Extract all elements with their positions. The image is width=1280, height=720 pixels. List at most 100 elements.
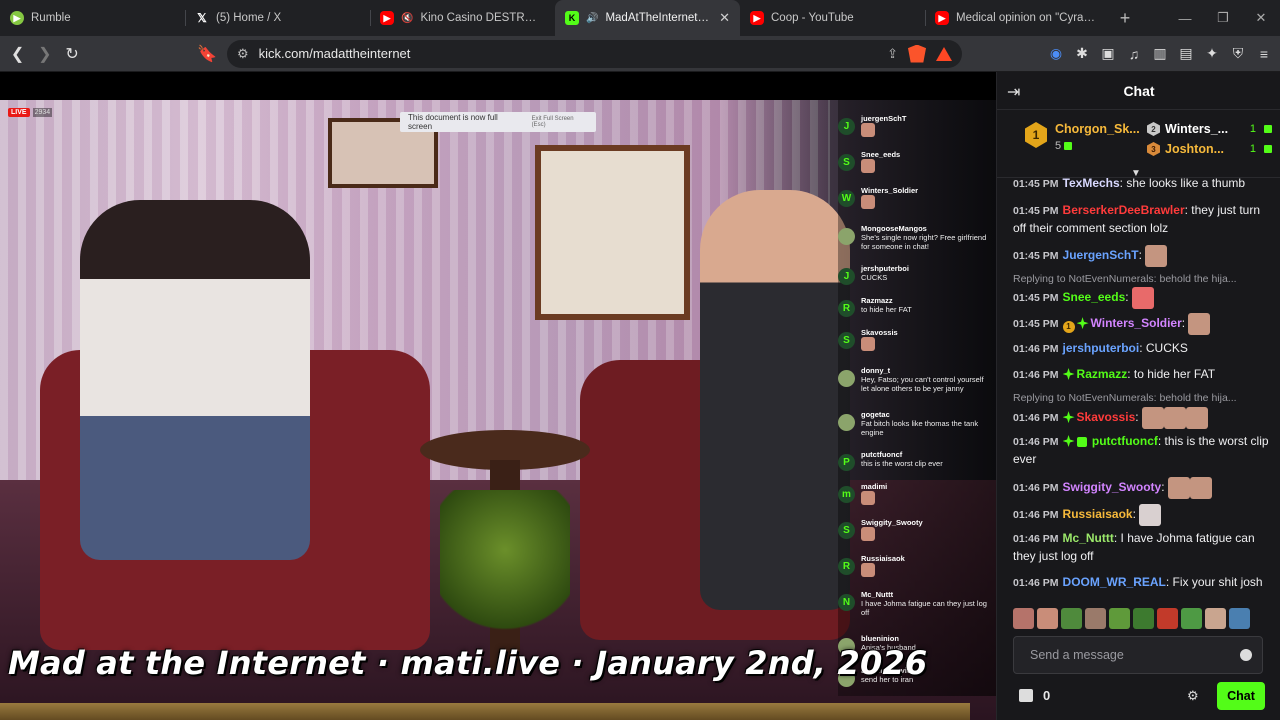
- emote-button[interactable]: [1109, 608, 1130, 629]
- brave-rewards-icon[interactable]: [936, 46, 952, 61]
- overlay-message-body: donny_t Hey, Fatso; you can't control you…: [861, 366, 987, 393]
- tab-kino-casino[interactable]: ▶ 🔇 Kino Casino DESTROYS DSP: [370, 0, 555, 36]
- live-label: LIVE: [8, 108, 30, 117]
- viewer-count: 2934: [32, 108, 53, 117]
- send-chat-button[interactable]: Chat: [1217, 682, 1265, 710]
- forward-icon[interactable]: ❯: [33, 41, 56, 67]
- video-player[interactable]: LIVE 2934 This document is now full scre…: [0, 72, 996, 720]
- verified-badge-icon: [1062, 435, 1075, 447]
- site-info-icon[interactable]: ⚙: [237, 46, 249, 62]
- channel-points[interactable]: 0: [1019, 688, 1050, 703]
- message-user[interactable]: jershputerboi: [1063, 341, 1140, 355]
- speaker-icon[interactable]: 🔊: [586, 13, 598, 24]
- screenshot-icon[interactable]: ▣: [1098, 45, 1118, 62]
- message-input[interactable]: [1030, 648, 1240, 662]
- tab-label: Medical opinion on "Cyraxx"'s m: [956, 12, 1100, 24]
- back-icon[interactable]: ❮: [6, 41, 29, 67]
- share-icon[interactable]: ⇪: [887, 46, 898, 62]
- emote-button[interactable]: [1085, 608, 1106, 629]
- gift-icon: [1064, 142, 1073, 151]
- emoji-picker-icon[interactable]: [1240, 649, 1252, 661]
- right-host: [700, 190, 850, 610]
- fullscreen-notice: This document is now full screen Exit Fu…: [400, 112, 596, 132]
- message-user[interactable]: Russiaisaok: [1063, 507, 1133, 521]
- wallet-icon[interactable]: ▤: [1176, 45, 1196, 62]
- emote-button[interactable]: [1229, 608, 1250, 629]
- brave-shields-icon[interactable]: [908, 44, 926, 63]
- extensions-toolbar: ◉ ✱ ▣ ♫ ▥ ▤ ✦ ⛨ ≡: [1046, 45, 1274, 62]
- extensions-icon[interactable]: ✱: [1072, 45, 1092, 62]
- emote-button[interactable]: [1013, 608, 1034, 629]
- tab-label: MadAtTheInternet Stream: [605, 12, 712, 24]
- emote-button[interactable]: [1181, 608, 1202, 629]
- chat-message: 01:46 PM putctfuoncf: this is the worst …: [1013, 434, 1269, 466]
- leaderboard-first[interactable]: 1 Chorgon_Sk... 5: [1025, 122, 1140, 152]
- message-time: 01:46 PM: [1013, 577, 1059, 589]
- menu-icon[interactable]: ≡: [1254, 46, 1274, 62]
- reply-context[interactable]: Replying to NotEvenNumerals: behold the …: [1013, 273, 1269, 285]
- overlay-chat-message: Pputctfuoncf this is the worst clip ever: [838, 450, 996, 471]
- emote-button[interactable]: [1205, 608, 1226, 629]
- vpn-icon[interactable]: ◉: [1046, 45, 1066, 62]
- close-window-icon[interactable]: ✕: [1242, 0, 1280, 36]
- message-user[interactable]: putctfuoncf: [1092, 434, 1158, 448]
- message-user[interactable]: Winters_Soldier: [1091, 316, 1182, 330]
- leaderboard-count: 5: [1055, 140, 1062, 152]
- message-user[interactable]: Swiggity_Swooty: [1063, 480, 1162, 494]
- url-text[interactable]: kick.com/madattheinternet: [259, 46, 877, 61]
- vpn-shield-icon[interactable]: ⛨: [1228, 45, 1248, 62]
- emote-button[interactable]: [1061, 608, 1082, 629]
- overlay-message-text: I have Johma fatigue can they just log o…: [861, 599, 987, 617]
- tab-rumble[interactable]: ▶ Rumble: [0, 0, 185, 36]
- chat-settings-icon[interactable]: ⚙: [1187, 688, 1199, 704]
- music-icon[interactable]: ♫: [1124, 46, 1144, 62]
- leaderboard-third[interactable]: 3 Joshton... 1: [1147, 142, 1272, 156]
- overlay-emote: [861, 491, 875, 505]
- message-user[interactable]: Razmazz: [1077, 367, 1128, 381]
- message-user[interactable]: Mc_Nuttt: [1063, 531, 1114, 545]
- overlay-username: madimi: [861, 482, 888, 491]
- overlay-emote: [861, 527, 875, 541]
- chat-footer: 0 ⚙ Chat: [997, 678, 1280, 712]
- points-count: 0: [1043, 688, 1051, 703]
- restore-icon[interactable]: ❐: [1204, 0, 1242, 36]
- overlay-emote: [861, 123, 875, 137]
- overlay-chat-message: R Russiaisaok: [838, 554, 996, 577]
- leaderboard-second[interactable]: 2 Winters_... 1: [1147, 122, 1272, 136]
- tab-madattheinternet[interactable]: K 🔊 MadAtTheInternet Stream ✕: [555, 0, 740, 36]
- tab-medical-opinion[interactable]: ▶ Medical opinion on "Cyraxx"'s m: [925, 0, 1110, 36]
- message-user[interactable]: DOOM_WR_REAL: [1063, 575, 1166, 589]
- overlay-username: putctfuoncf: [861, 450, 903, 459]
- youtube-icon: ▶: [380, 11, 394, 25]
- overlay-avatar: N: [838, 594, 855, 611]
- message-user[interactable]: Skavossis: [1077, 410, 1136, 424]
- bookmark-icon[interactable]: 🔖: [196, 41, 219, 67]
- reload-icon[interactable]: ↻: [61, 41, 84, 67]
- speaker-muted-icon[interactable]: 🔇: [401, 13, 413, 24]
- tab-coop[interactable]: ▶ Coop - YouTube: [740, 0, 925, 36]
- leo-ai-icon[interactable]: ✦: [1202, 45, 1222, 62]
- overlay-message-body: gogetac Fat bitch looks like thomas the t…: [861, 410, 987, 437]
- minimize-icon[interactable]: —: [1166, 0, 1204, 36]
- message-user[interactable]: TexMechs: [1063, 178, 1120, 190]
- tab-x[interactable]: 𝕏 (5) Home / X: [185, 0, 370, 36]
- close-tab-icon[interactable]: ✕: [719, 10, 730, 26]
- overlay-avatar: P: [838, 454, 855, 471]
- reply-context[interactable]: Replying to NotEvenNumerals: behold the …: [1013, 392, 1269, 404]
- message-user[interactable]: Snee_eeds: [1063, 290, 1126, 304]
- message-user[interactable]: BerserkerDeeBrawler: [1063, 203, 1185, 217]
- new-tab-button[interactable]: +: [1110, 0, 1140, 36]
- sidebar-icon[interactable]: ▥: [1150, 45, 1170, 62]
- window-controls: — ❐ ✕: [1166, 0, 1280, 36]
- leaderboard-name: Joshton...: [1165, 142, 1225, 156]
- emote-button[interactable]: [1157, 608, 1178, 629]
- chat-messages: 01:45 PM TexMechs: she looks like a thumb…: [997, 178, 1280, 602]
- fullscreen-exit-hint[interactable]: Exit Full Screen (Esc): [532, 116, 588, 128]
- message-user[interactable]: JuergenSchT: [1063, 248, 1139, 262]
- address-bar[interactable]: ⚙ kick.com/madattheinternet ⇪: [227, 39, 962, 68]
- collapse-chat-icon[interactable]: ⇥: [1007, 82, 1020, 102]
- emote-button[interactable]: [1133, 608, 1154, 629]
- chat-input-box[interactable]: [1013, 636, 1263, 674]
- message-time: 01:46 PM: [1013, 533, 1059, 545]
- emote-button[interactable]: [1037, 608, 1058, 629]
